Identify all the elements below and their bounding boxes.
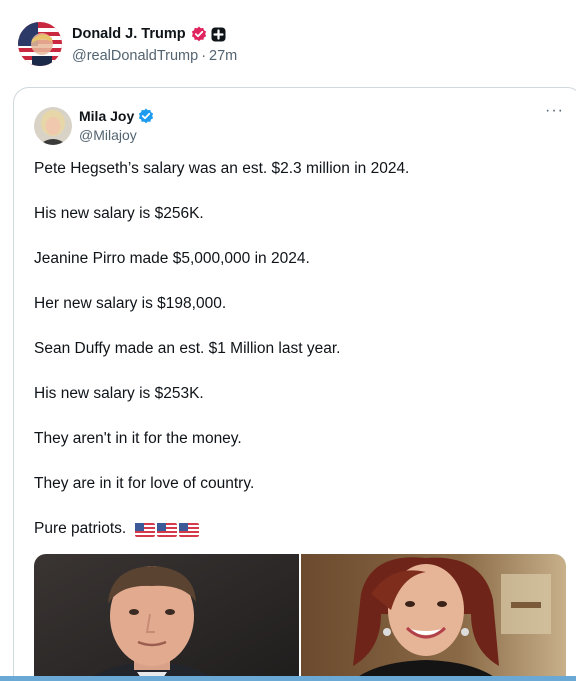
text-line: Her new salary is $198,000. [34,295,227,312]
subscriber-plus-badge-icon[interactable] [211,27,226,42]
author-name[interactable]: Donald J. Trump [72,26,186,42]
text-line: They are in it for love of country. [34,475,255,492]
timestamp[interactable]: 27m [209,48,237,64]
post-header: Donald J. Trump @realDonaldTrump · 27m [18,20,558,68]
quoted-avatar[interactable] [34,107,72,145]
author-handle-row: @realDonaldTrump · 27m [72,48,237,64]
photo-man-in-suit[interactable] [34,554,299,681]
closing-text: Pure patriots. [34,520,127,537]
text-line: His new salary is $256K. [34,205,204,222]
photo-woman-smiling[interactable] [301,554,566,681]
gov-verified-badge-icon[interactable] [191,26,207,42]
author-info: Donald J. Trump @realDonaldTrump · 27m [72,24,237,64]
us-flag-icon [134,522,155,537]
media-grid [34,554,566,681]
text-line: His new salary is $253K. [34,385,204,402]
quoted-post-text: Pete Hegseth’s salary was an est. $2.3 m… [34,158,554,540]
us-flag-icon [178,522,199,537]
quoted-post-card[interactable]: Mila Joy @Milajoy ··· Pete Hegseth’s sal… [13,87,576,681]
quoted-author-info: Mila Joy @Milajoy [79,107,154,143]
avatar[interactable] [18,22,62,66]
text-line: Pete Hegseth’s salary was an est. $2.3 m… [34,160,410,177]
text-line: Sean Duffy made an est. $1 Million last … [34,340,341,357]
window-bottom-edge [0,676,576,681]
flag-emoji-group [134,522,199,537]
quoted-post-header: Mila Joy @Milajoy [34,105,554,149]
post-view: Donald J. Trump @realDonaldTrump · 27m M… [0,0,576,681]
author-handle[interactable]: @realDonaldTrump [72,48,198,64]
separator: · [201,48,207,64]
more-options-button[interactable]: ··· [545,103,564,119]
closing-line: Pure patriots. [34,518,554,540]
quoted-author-name[interactable]: Mila Joy [79,108,134,124]
verified-badge-icon[interactable] [138,108,154,124]
text-line: Jeanine Pirro made $5,000,000 in 2024. [34,250,310,267]
us-flag-icon [156,522,177,537]
text-line: They aren't in it for the money. [34,430,242,447]
quoted-author-handle[interactable]: @Milajoy [79,127,154,143]
